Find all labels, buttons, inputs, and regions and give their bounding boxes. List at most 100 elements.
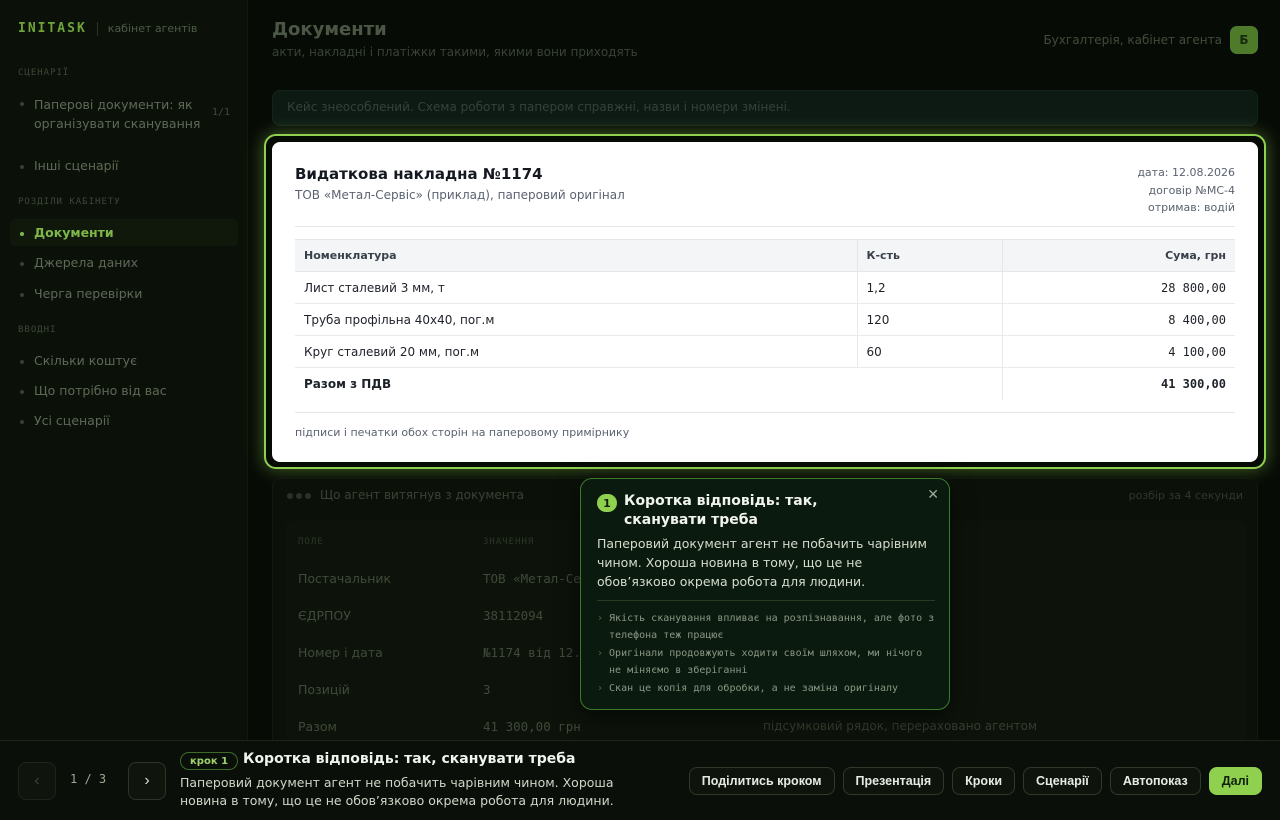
column-header-field: ПОЛЕ — [298, 537, 324, 547]
divider — [295, 412, 1235, 413]
bullet-icon — [20, 390, 24, 394]
chevron-right-icon: › — [597, 683, 604, 694]
presentation-button[interactable]: Презентація — [842, 767, 945, 795]
cell-name: Лист сталевий 3 мм, т — [295, 271, 858, 304]
chevron-left-icon: ‹ — [34, 772, 40, 789]
sidebar-item-paper-docs[interactable]: Паперові документи: як організувати скан… — [10, 89, 238, 139]
prev-step-button[interactable]: ‹ — [18, 762, 56, 800]
cell-sum: 28 800,00 — [1001, 271, 1235, 304]
popover-points: › Якість сканування впливає на розпізнава… — [597, 610, 935, 698]
sidebar-item-label: Черга перевірки — [34, 286, 143, 301]
point-text: Якість сканування впливає на розпізнаван… — [609, 613, 935, 641]
sidebar-item-other-scenarios[interactable]: Інші сценарії — [10, 152, 238, 179]
page-subtitle: акти, накладні і платіжки такими, якими … — [272, 45, 638, 59]
sidebar-item-documents[interactable]: Документи — [10, 219, 238, 246]
chevron-right-icon: › — [597, 613, 604, 624]
sidebar-section-cabinet: РОЗДІЛИ КАБІНЕТУ — [18, 197, 121, 207]
action-buttons: Поділитись кроком Презентація Кроки Сцен… — [688, 767, 1262, 795]
point-text: Скан це копія для обробки, а не заміна о… — [609, 683, 899, 694]
column-header-sum: Сума, грн — [1001, 239, 1235, 272]
sidebar-item-label: Паперові документи: як організувати скан… — [34, 97, 201, 131]
sidebar-item-requirements[interactable]: Що потрібно від вас — [10, 377, 238, 404]
popover-title: Коротка відповідь: так, сканувати треба — [624, 493, 818, 528]
cell-qty: 1,2 — [856, 271, 1003, 304]
brand: INITASK кабінет агентів — [18, 21, 197, 36]
field-name: Позицій — [298, 682, 350, 697]
document-table: Номенклатура К-сть Сума, грн Лист сталев… — [295, 239, 1235, 400]
point-text: Оригінали продовжують ходити своїм шляхо… — [609, 648, 923, 676]
close-icon[interactable]: ✕ — [927, 487, 939, 503]
chevron-right-icon: › — [597, 648, 604, 659]
cell-qty: 60 — [856, 335, 1003, 368]
field-name: Разом — [298, 719, 337, 734]
sidebar-item-data-sources[interactable]: Джерела даних — [10, 249, 238, 276]
document-title: Видаткова накладна №1174 — [295, 165, 543, 183]
list-item: › Оригінали продовжують ходити своїм шлях… — [597, 645, 935, 679]
scenarios-button[interactable]: Сценарії — [1023, 767, 1102, 795]
table-header-row: Номенклатура К-сть Сума, грн — [295, 239, 1235, 272]
step-counter: 1 / 3 — [70, 772, 107, 786]
table-row: Круг сталевий 20 мм, пог.м 60 4 100,00 — [295, 335, 1235, 368]
walkthrough-bar: ‹ 1 / 3 › крок 1 Коротка відповідь: так,… — [0, 740, 1280, 820]
list-item: › Скан це копія для обробки, а не заміна … — [597, 680, 935, 697]
steps-button[interactable]: Кроки — [952, 767, 1016, 795]
chevron-right-icon: › — [144, 772, 150, 789]
next-step-button[interactable]: › — [128, 762, 166, 800]
table-row: Лист сталевий 3 мм, т 1,2 28 800,00 — [295, 271, 1235, 304]
next-button[interactable]: Далі — [1208, 767, 1262, 795]
sidebar-item-all-scenarios[interactable]: Усі сценарії — [10, 407, 238, 434]
document-footer: підписи і печатки обох сторін на паперов… — [295, 426, 630, 439]
sidebar-section-scenarios: СЦЕНАРІЇ — [18, 68, 70, 78]
avatar[interactable]: Б — [1230, 26, 1258, 54]
step-chip: крок 1 — [180, 752, 239, 770]
user-menu[interactable]: Бухгалтерія, кабінет агента Б — [1043, 26, 1258, 54]
step-number-badge: 1 — [597, 494, 617, 512]
field-name: Номер і дата — [298, 645, 383, 660]
sidebar-item-label: Документи — [34, 225, 114, 240]
cell-qty: 120 — [856, 303, 1003, 336]
bullet-icon — [20, 420, 24, 424]
dots-icon — [287, 488, 314, 502]
cell-name: Круг сталевий 20 мм, пог.м — [295, 335, 858, 368]
document-contract: договір №МС-4 — [1148, 183, 1235, 197]
bullet-icon — [20, 293, 24, 297]
divider — [597, 600, 935, 601]
sidebar-item-label: Інші сценарії — [34, 158, 119, 173]
column-header-name: Номенклатура — [295, 239, 858, 272]
brand-divider — [96, 21, 98, 36]
document-card: Видаткова накладна №1174 ТОВ «Метал-Серв… — [272, 142, 1258, 462]
table-row: Труба профільна 40х40, пог.м 120 8 400,0… — [295, 303, 1235, 336]
document-meta: дата: 12.08.2026 договір №МС-4 отримав: … — [1137, 164, 1235, 217]
page-title: Документи — [272, 19, 387, 40]
sidebar: INITASK кабінет агентів СЦЕНАРІЇ Паперов… — [0, 0, 248, 740]
table-total-row: Разом з ПДВ 41 300,00 — [295, 367, 1235, 400]
notice-banner: Кейс знеособлений. Схема роботи з паперо… — [272, 90, 1258, 126]
sidebar-item-pricing[interactable]: Скільки коштує — [10, 347, 238, 374]
share-step-button[interactable]: Поділитись кроком — [688, 767, 835, 795]
brand-subtitle: кабінет агентів — [107, 22, 198, 35]
sidebar-item-label: Джерела даних — [34, 255, 138, 270]
step-title: Коротка відповідь: так, сканувати треба — [243, 751, 576, 767]
list-item: › Якість сканування впливає на розпізнава… — [597, 610, 935, 644]
total-label: Разом з ПДВ — [295, 367, 1003, 400]
field-note: підсумковий рядок, перераховано агентом — [763, 719, 1037, 733]
cell-sum: 4 100,00 — [1001, 335, 1235, 368]
sidebar-item-count: 1/1 — [211, 107, 230, 118]
sidebar-item-review-queue[interactable]: Черга перевірки — [10, 280, 238, 307]
column-header-qty: К-сть — [856, 239, 1003, 272]
extracted-header: Що агент витягнув з документа — [287, 488, 524, 502]
field-name: ЄДРПОУ — [298, 608, 351, 623]
bullet-icon — [20, 262, 24, 266]
sidebar-section-intro: ВВОДНІ — [18, 325, 57, 335]
cell-name: Труба профільна 40х40, пог.м — [295, 303, 858, 336]
field-name: Постачальник — [298, 571, 392, 586]
brand-logo: INITASK — [18, 21, 87, 36]
document-receiver: отримав: водій — [1147, 201, 1235, 214]
user-label: Бухгалтерія, кабінет агента — [1043, 33, 1222, 47]
extracted-title: Що агент витягнув з документа — [320, 488, 524, 502]
step-description: Паперовий документ агент не побачить чар… — [180, 775, 614, 808]
sidebar-item-label: Що потрібно від вас — [34, 383, 167, 398]
document-subtitle: ТОВ «Метал-Сервіс» (приклад), паперовий … — [295, 188, 625, 202]
popover-body: Паперовий документ агент не побачить чар… — [597, 536, 927, 589]
autoplay-button[interactable]: Автопоказ — [1109, 767, 1201, 795]
